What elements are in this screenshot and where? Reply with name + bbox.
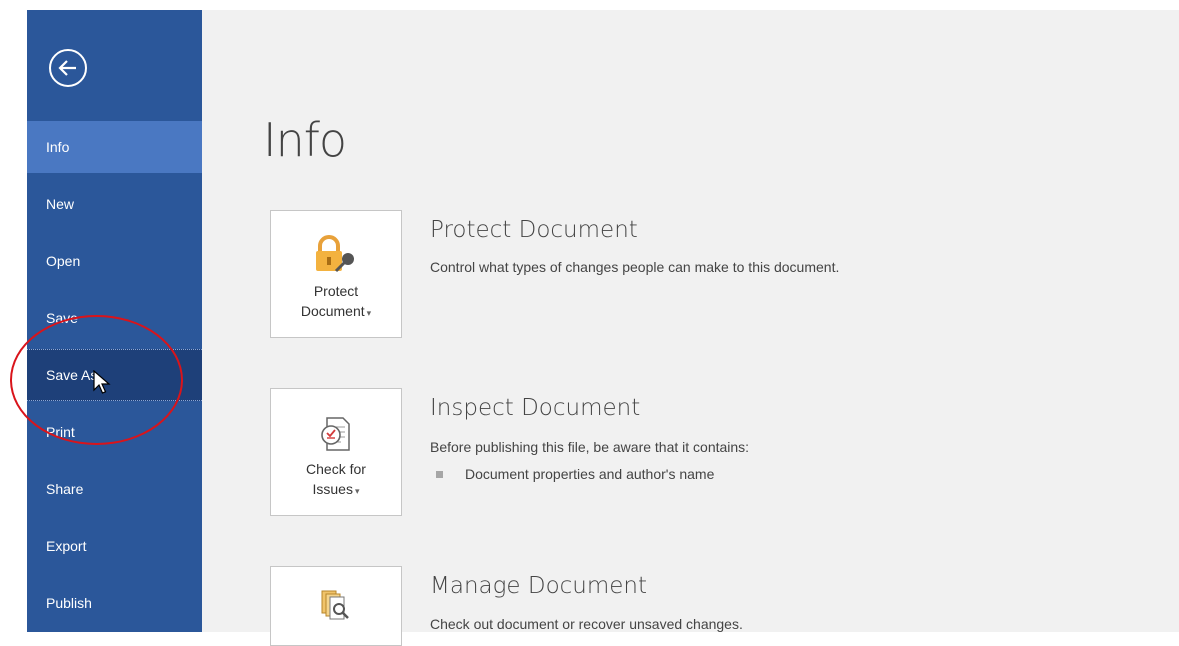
nav-save[interactable]: Save	[27, 292, 202, 344]
nav-export[interactable]: Export	[27, 520, 202, 572]
nav-label: Share	[46, 481, 84, 497]
dropdown-caret-icon: ▾	[366, 308, 372, 318]
tile-label: Issues ▾	[312, 481, 360, 497]
nav-share[interactable]: Share	[27, 463, 202, 515]
nav-label: New	[46, 196, 75, 212]
check-for-issues-button[interactable]: Check for Issues ▾	[270, 388, 402, 516]
nav-open[interactable]: Open	[27, 235, 202, 287]
section-description: Check out document or recover unsaved ch…	[430, 616, 743, 632]
nav-label: Save As	[46, 367, 98, 383]
tile-label: Protect	[313, 283, 359, 299]
lock-key-icon	[316, 235, 354, 273]
page-title: Info	[263, 113, 347, 167]
nav-save-as[interactable]: Save As	[27, 349, 202, 401]
manage-document-icon	[321, 590, 349, 620]
section-description: Control what types of changes people can…	[430, 259, 840, 275]
protect-document-button[interactable]: Protect Document ▾	[270, 210, 402, 338]
nav-info[interactable]: Info	[27, 121, 202, 173]
back-arrow-icon	[58, 60, 76, 76]
backstage-sidebar: Info New Open Save Save As Print Share E…	[27, 10, 202, 632]
section-title: Protect Document	[430, 217, 638, 243]
inspect-document-icon	[321, 417, 350, 451]
nav-new[interactable]: New	[27, 178, 202, 230]
nav-label: Save	[46, 310, 78, 326]
list-item: Document properties and author's name	[436, 466, 714, 482]
manage-document-button[interactable]	[270, 566, 402, 646]
nav-publish[interactable]: Publish	[27, 577, 202, 629]
nav-label: Open	[46, 253, 81, 269]
nav-label: Publish	[46, 595, 92, 611]
section-title: Inspect Document	[430, 395, 641, 421]
section-title: Manage Document	[430, 573, 648, 599]
back-button[interactable]	[49, 49, 87, 87]
nav-label: Print	[46, 424, 75, 440]
nav-label: Info	[46, 139, 70, 155]
info-pane: Info Protect Document ▾ Protect Document …	[202, 10, 1179, 646]
tile-label: Check for	[306, 461, 366, 477]
section-description: Before publishing this file, be aware th…	[430, 439, 750, 455]
tile-label: Document ▾	[300, 303, 372, 319]
bullet-icon	[436, 470, 443, 478]
nav-print[interactable]: Print	[27, 406, 202, 458]
nav-label: Export	[46, 538, 87, 554]
dropdown-caret-icon: ▾	[354, 486, 360, 496]
